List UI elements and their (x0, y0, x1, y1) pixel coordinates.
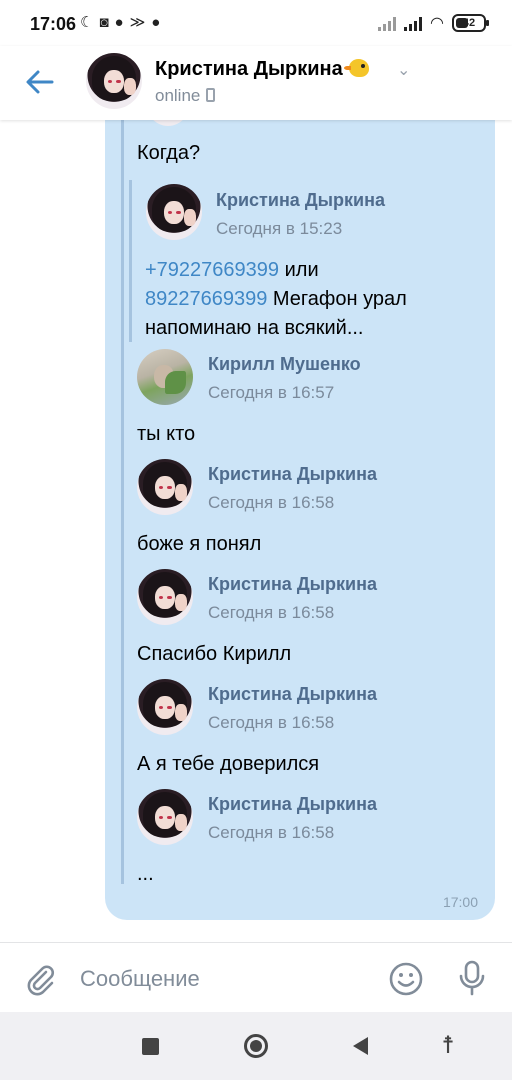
message-input[interactable] (80, 963, 370, 995)
status-bar: 17:06 ☾ ◙ ● ≫ ● ◠ 42 (0, 0, 512, 46)
home-button[interactable] (242, 1032, 270, 1060)
sender-name[interactable]: Кирилл Мушенко (208, 354, 361, 375)
message-timestamp: Сегодня в 16:58 (208, 603, 335, 622)
signal-icon-2 (404, 15, 423, 31)
back-button[interactable] (346, 1032, 374, 1060)
avatar[interactable] (137, 679, 193, 735)
chat-header: Кристина Дыркина ⌄ online (0, 46, 512, 120)
message-text: боже я понял (137, 533, 262, 555)
message-timestamp: Сегодня в 15:23 (216, 219, 343, 238)
paperclip-icon[interactable] (22, 961, 58, 997)
moon-icon: ☾ (80, 14, 94, 31)
message-fragment: или (279, 259, 319, 281)
sender-name[interactable]: Кристина Дыркина (208, 794, 377, 815)
avatar[interactable] (146, 184, 202, 240)
avatar[interactable] (86, 53, 142, 109)
smile-icon[interactable] (388, 961, 424, 997)
system-navigation-bar: ☨ (0, 1012, 512, 1080)
message-composer (0, 942, 512, 1012)
accessibility-button[interactable]: ☨ (434, 1032, 462, 1060)
message-history[interactable]: Когда? Кристина Дыркина Сегодня в 15:23 … (0, 120, 512, 942)
chat-title[interactable]: Кристина Дыркина (155, 58, 369, 81)
message-timestamp: Сегодня в 16:58 (208, 823, 335, 842)
message-text: ... (137, 863, 154, 885)
message-timestamp: Сегодня в 16:58 (208, 493, 335, 512)
mobile-icon (206, 88, 216, 102)
message-timestamp: Сегодня в 16:58 (208, 713, 335, 732)
online-status: online (155, 86, 216, 106)
avatar[interactable] (137, 569, 193, 625)
square-icon (141, 1037, 159, 1055)
back-arrow-icon[interactable] (22, 64, 58, 100)
online-status-text: online (155, 86, 201, 105)
avatar[interactable] (137, 459, 193, 515)
chat-bubble-icon: ● (151, 14, 161, 31)
rss-icon: ≫ (129, 14, 146, 31)
recents-button[interactable] (136, 1032, 164, 1060)
sender-name[interactable]: Кристина Дыркина (208, 574, 377, 595)
bubble-timestamp: 17:00 (442, 894, 478, 910)
chat-icon: ● (114, 14, 124, 31)
phone-link[interactable]: 89227669399 (145, 288, 267, 310)
message-text: +79227669399 или (145, 259, 319, 282)
microphone-icon[interactable] (456, 959, 488, 997)
signal-icon (378, 15, 397, 31)
accessibility-icon: ☨ (441, 1032, 455, 1059)
notification-icons: ☾ ◙ ● ≫ ● (80, 14, 160, 32)
home-icon (244, 1034, 268, 1058)
avatar[interactable] (137, 349, 193, 405)
sender-name[interactable]: Кристина Дыркина (208, 464, 377, 485)
avatar[interactable] (137, 789, 193, 845)
phone-link[interactable]: +79227669399 (145, 259, 279, 281)
system-icons: ◠ 42 (378, 13, 489, 33)
forward-line (121, 120, 124, 884)
message-timestamp: Сегодня в 16:57 (208, 383, 335, 402)
message-text: ты кто (137, 423, 196, 445)
discord-icon: ◙ (99, 14, 109, 31)
message-text: напоминаю на всякий... (145, 317, 364, 339)
wifi-icon: ◠ (430, 15, 444, 32)
message-text: Спасибо Кирилл (137, 643, 292, 665)
chat-title-text[interactable]: Кристина Дыркина (155, 58, 343, 80)
battery-icon: 42 (452, 14, 489, 32)
battery-level: 42 (462, 17, 476, 29)
status-time: 17:06 (30, 14, 77, 34)
chick-icon (343, 59, 369, 77)
message-text: А я тебе доверился (137, 753, 320, 775)
chevron-down-icon[interactable]: ⌄ (397, 60, 410, 80)
forward-line-nested (129, 180, 132, 342)
message-text: 89227669399 Мегафон урал (145, 288, 407, 311)
message-fragment: Мегафон урал (267, 288, 407, 310)
triangle-back-icon (352, 1037, 368, 1055)
sender-name[interactable]: Кристина Дыркина (216, 190, 385, 211)
sender-name[interactable]: Кристина Дыркина (208, 684, 377, 705)
message-text: Когда? (137, 142, 201, 164)
